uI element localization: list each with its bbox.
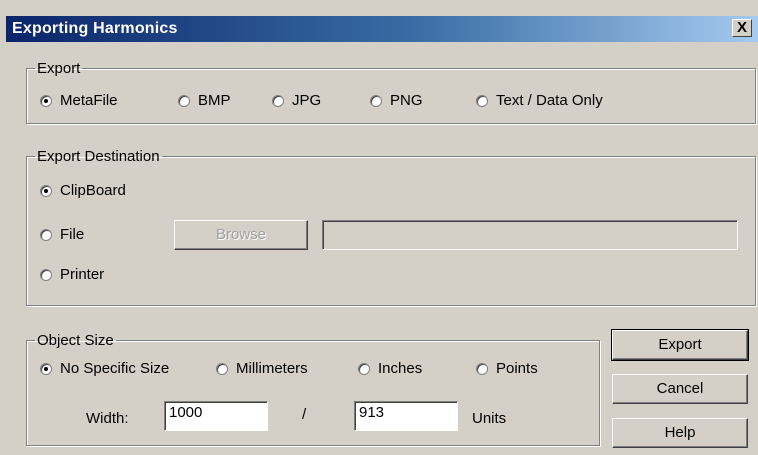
destination-legend: Export Destination: [37, 148, 160, 165]
radio-dot: [40, 268, 52, 281]
size-separator: /: [302, 406, 307, 423]
cancel-button[interactable]: Cancel: [612, 374, 748, 404]
height-input[interactable]: 913: [354, 401, 458, 431]
radio-label: PNG: [390, 92, 423, 109]
radio-label: Printer: [60, 266, 105, 283]
width-label: Width:: [86, 410, 129, 427]
radio-label: MetaFile: [60, 92, 118, 109]
object-size-group: Object Size: [26, 332, 600, 446]
radio-jpg[interactable]: JPG: [272, 92, 321, 109]
radio-png[interactable]: PNG: [370, 92, 423, 109]
radio-metafile[interactable]: MetaFile: [40, 92, 118, 109]
radio-label: BMP: [198, 92, 231, 109]
radio-label: Millimeters: [236, 360, 308, 377]
export-button[interactable]: Export: [611, 329, 749, 361]
radio-dot: [40, 184, 52, 197]
radio-label: JPG: [292, 92, 322, 109]
radio-dot: [178, 94, 190, 107]
radio-dot: [272, 94, 284, 107]
dialog-body: Export MetaFile BMP JPG PNG Text / Data …: [6, 42, 758, 455]
radio-dot: [216, 362, 228, 375]
close-button[interactable]: X: [732, 19, 752, 37]
object-size-legend: Object Size: [37, 332, 114, 349]
radio-bmp[interactable]: BMP: [178, 92, 231, 109]
radio-label: Inches: [378, 360, 423, 377]
radio-file[interactable]: File: [40, 226, 84, 243]
browse-button[interactable]: Browse: [174, 220, 308, 250]
width-input[interactable]: 1000: [164, 401, 268, 431]
export-legend: Export: [37, 60, 81, 77]
radio-inches[interactable]: Inches: [358, 360, 422, 377]
radio-dot: [370, 94, 382, 107]
help-button[interactable]: Help: [612, 418, 748, 448]
radio-dot: [40, 228, 52, 241]
radio-label: Points: [496, 360, 538, 377]
radio-label: No Specific Size: [60, 360, 170, 377]
radio-dot: [40, 94, 52, 107]
units-label: Units: [472, 410, 507, 427]
radio-dot: [476, 362, 488, 375]
radio-text-data-only[interactable]: Text / Data Only: [476, 92, 603, 109]
export-dialog: Exporting Harmonics X Export MetaFile BM…: [0, 0, 758, 455]
radio-no-specific-size[interactable]: No Specific Size: [40, 360, 169, 377]
radio-label: ClipBoard: [60, 182, 126, 199]
radio-dot: [358, 362, 370, 375]
radio-points[interactable]: Points: [476, 360, 538, 377]
radio-clipboard[interactable]: ClipBoard: [40, 182, 126, 199]
window-title: Exporting Harmonics: [12, 20, 178, 37]
radio-printer[interactable]: Printer: [40, 266, 104, 283]
radio-label: Text / Data Only: [496, 92, 603, 109]
radio-millimeters[interactable]: Millimeters: [216, 360, 308, 377]
radio-dot: [40, 362, 52, 375]
radio-label: File: [60, 226, 85, 243]
title-bar[interactable]: Exporting Harmonics X: [6, 16, 758, 42]
file-path-field[interactable]: [322, 220, 738, 250]
radio-dot: [476, 94, 488, 107]
